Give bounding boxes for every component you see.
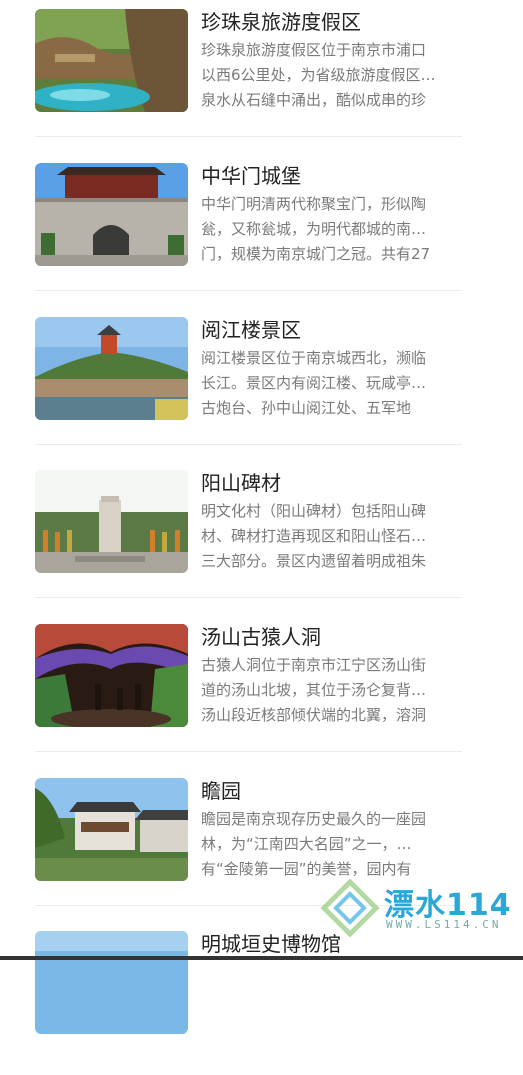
description-line: 瞻园是南京现存历史最久的一座园 [201,810,427,828]
description-line: 以西6公里处，为省级旅游度假区… [201,66,436,84]
list-item[interactable]: 阳山碑材 明文化村（阳山碑材）包括阳山碑 材、碑材打造再现区和阳山怪石… 三大部… [0,461,523,614]
item-title[interactable]: 汤山古猿人洞 [201,623,321,651]
list-item[interactable]: 阅江楼景区 阅江楼景区位于南京城西北，濒临 长江。景区内有阅江楼、玩咸亭… 古炮… [0,308,523,461]
divider [35,444,462,445]
item-title[interactable]: 阳山碑材 [201,469,281,497]
zhanyuan-garden-thumbnail[interactable] [35,778,188,881]
tangshan-cave-thumbnail[interactable] [35,624,188,727]
description-line: 阅江楼景区位于南京城西北，濒临 [201,349,427,367]
divider [35,290,462,291]
description-line: 中华门明清两代称聚宝门，形似陶 [201,195,427,213]
description-line: 古猿人洞位于南京市江宁区汤山街 [201,656,427,674]
divider [35,751,462,752]
item-title[interactable]: 瞻园 [201,777,241,805]
diamond-logo-icon [320,878,380,938]
item-title[interactable]: 阅江楼景区 [201,316,301,344]
description-line: 明文化村（阳山碑材）包括阳山碑 [201,502,427,520]
item-title[interactable]: 珍珠泉旅游度假区 [201,8,361,36]
divider [35,136,462,137]
list-item[interactable]: 珍珠泉旅游度假区 珍珠泉旅游度假区位于南京市浦口 以西6公里处，为省级旅游度假区… [0,0,523,153]
description-line: 材、碑材打造再现区和阳山怪石… [201,527,427,545]
item-title[interactable]: 中华门城堡 [201,162,301,190]
site-watermark: 漂水114 WWW.LS114.CN [320,878,523,938]
item-description: 中华门明清两代称聚宝门，形似陶 瓮，又称瓮城，为明代都城的南… 门，规模为南京城… [201,192,463,267]
yuejiang-tower-thumbnail[interactable] [35,317,188,420]
description-line: 道的汤山北坡，其位于汤仑复背… [201,681,427,699]
list-item[interactable]: 汤山古猿人洞 古猿人洞位于南京市江宁区汤山街 道的汤山北坡，其位于汤仑复背… 汤… [0,615,523,768]
description-line: 瓮，又称瓮城，为明代都城的南… [201,220,427,238]
description-line: 长江。景区内有阅江楼、玩咸亭… [201,374,427,392]
item-description: 阅江楼景区位于南京城西北，濒临 长江。景区内有阅江楼、玩咸亭… 古炮台、孙中山阅… [201,346,463,421]
list-item[interactable]: 中华门城堡 中华门明清两代称聚宝门，形似陶 瓮，又称瓮城，为明代都城的南… 门，… [0,154,523,307]
watermark-url: WWW.LS114.CN [386,918,502,931]
description-line: 古炮台、孙中山阅江处、五军地 [201,399,412,417]
zhonghua-gate-thumbnail[interactable] [35,163,188,266]
description-line: 林，为“江南四大名园”之一，… [201,835,412,853]
list-item[interactable]: 明城垣史博物馆 [0,922,523,1075]
item-description: 明文化村（阳山碑材）包括阳山碑 材、碑材打造再现区和阳山怪石… 三大部分。景区内… [201,499,463,574]
item-description: 珍珠泉旅游度假区位于南京市浦口 以西6公里处，为省级旅游度假区… 泉水从石缝中涌… [201,38,463,113]
description-line: 门，规模为南京城门之冠。共有27 [201,245,431,263]
item-description: 瞻园是南京现存历史最久的一座园 林，为“江南四大名园”之一，… 有“金陵第一园”… [201,807,463,882]
item-description: 古猿人洞位于南京市江宁区汤山街 道的汤山北坡，其位于汤仑复背… 汤山段近核部倾伏… [201,653,463,728]
description-line: 三大部分。景区内遗留着明成祖朱 [201,552,427,570]
description-line: 泉水从石缝中涌出，酷似成串的珍 [201,91,427,109]
pearl-spring-thumbnail[interactable] [35,9,188,112]
yangshan-stele-thumbnail[interactable] [35,470,188,573]
city-wall-museum-thumbnail[interactable] [35,931,188,1034]
description-line: 汤山段近核部倾伏端的北翼，溶洞 [201,706,427,724]
divider [35,597,462,598]
description-line: 珍珠泉旅游度假区位于南京市浦口 [201,41,427,59]
bottom-edge-bar [0,956,523,960]
